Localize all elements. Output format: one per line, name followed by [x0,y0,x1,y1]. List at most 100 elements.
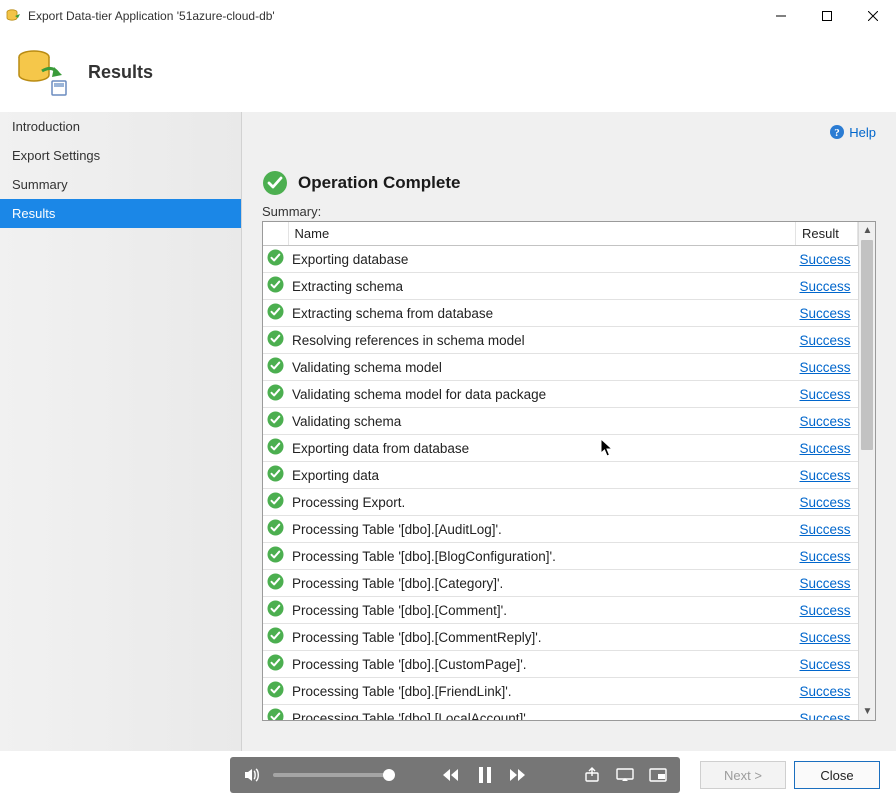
result-status-link[interactable]: Success [800,495,851,510]
result-status: Success [796,543,858,570]
result-status-link[interactable]: Success [800,630,851,645]
result-status-link[interactable]: Success [800,549,851,564]
result-row[interactable]: Resolving references in schema modelSucc… [263,327,858,354]
result-row[interactable]: Processing Table '[dbo].[Comment]'.Succe… [263,597,858,624]
result-row[interactable]: Exporting data from databaseSuccess [263,435,858,462]
success-icon [263,516,288,543]
result-row[interactable]: Processing Table '[dbo].[Category]'. Succ… [263,570,858,597]
sidebar-item-export-settings[interactable]: Export Settings [0,141,241,170]
result-status: Success [796,651,858,678]
result-status-link[interactable]: Success [800,414,851,429]
result-name: Extracting schema [288,273,796,300]
result-row[interactable]: Processing Table '[dbo].[LocalAccount]'.… [263,705,858,721]
maximize-button[interactable] [804,0,850,32]
result-row[interactable]: Validating schemaSuccess [263,408,858,435]
export-wizard-icon [14,45,68,99]
result-name: Processing Table '[dbo].[AuditLog]'. [288,516,796,543]
sidebar-item-results[interactable]: Results [0,199,241,228]
result-name: Exporting database [288,246,796,273]
success-icon [263,300,288,327]
result-row[interactable]: Processing Table '[dbo].[CustomPage]'.Su… [263,651,858,678]
result-status-link[interactable]: Success [800,576,851,591]
column-header-name[interactable]: Name [288,222,796,246]
close-window-button[interactable] [850,0,896,32]
pause-icon[interactable] [473,763,496,787]
result-name: Processing Table '[dbo].[LocalAccount]'. [288,705,796,721]
result-status-link[interactable]: Success [800,387,851,402]
result-status-link[interactable]: Success [800,333,851,348]
result-status-link[interactable]: Success [800,252,851,267]
success-icon [263,246,288,273]
result-name: Processing Table '[dbo].[Category]'. [288,570,796,597]
minimize-button[interactable] [758,0,804,32]
result-status: Success [796,462,858,489]
result-status: Success [796,300,858,327]
result-status: Success [796,489,858,516]
scroll-thumb[interactable] [861,240,873,450]
result-status-link[interactable]: Success [800,279,851,294]
share-icon[interactable] [580,763,603,787]
page-title: Results [88,62,153,83]
result-row[interactable]: Processing Export.Success [263,489,858,516]
airplay-icon[interactable] [613,763,636,787]
page-header: Results [0,32,896,112]
help-link[interactable]: Help [849,125,876,140]
app-icon [6,8,22,24]
close-button[interactable]: Close [794,761,880,789]
result-name: Validating schema model for data package [288,381,796,408]
result-status-link[interactable]: Success [800,603,851,618]
result-row[interactable]: Exporting database Success [263,246,858,273]
result-status: Success [796,516,858,543]
result-row[interactable]: Processing Table '[dbo].[BlogConfigurati… [263,543,858,570]
result-row[interactable]: Extracting schema Success [263,273,858,300]
success-icon [263,489,288,516]
svg-text:?: ? [835,127,841,139]
result-name: Exporting data [288,462,796,489]
result-name: Processing Table '[dbo].[FriendLink]'. [288,678,796,705]
scroll-down-button[interactable]: ▼ [859,703,876,720]
result-status-link[interactable]: Success [800,468,851,483]
success-icon [263,597,288,624]
pip-icon[interactable] [647,763,670,787]
result-status-link[interactable]: Success [800,441,851,456]
content-pane: ? Help Operation Complete Summary: Name … [242,112,896,751]
result-status: Success [796,705,858,721]
result-row[interactable]: Validating schema model Success [263,354,858,381]
results-scrollbar[interactable]: ▲ ▼ [858,222,875,720]
result-row[interactable]: Processing Table '[dbo].[CommentReply]'.… [263,624,858,651]
result-name: Validating schema model [288,354,796,381]
success-icon [263,273,288,300]
result-row[interactable]: Validating schema model for data package… [263,381,858,408]
result-row[interactable]: Exporting data Success [263,462,858,489]
result-row[interactable]: Processing Table '[dbo].[FriendLink]'. Su… [263,678,858,705]
result-status: Success [796,678,858,705]
scroll-up-button[interactable]: ▲ [859,222,876,239]
result-status-link[interactable]: Success [800,522,851,537]
sidebar-item-summary[interactable]: Summary [0,170,241,199]
result-status: Success [796,246,858,273]
result-status-link[interactable]: Success [800,360,851,375]
result-status: Success [796,381,858,408]
volume-icon[interactable] [240,763,263,787]
result-name: Extracting schema from database [288,300,796,327]
result-status-link[interactable]: Success [800,711,851,721]
result-status-link[interactable]: Success [800,657,851,672]
column-header-result[interactable]: Result [796,222,858,246]
sidebar-item-introduction[interactable]: Introduction [0,112,241,141]
rewind-icon[interactable] [440,763,463,787]
forward-icon[interactable] [507,763,530,787]
footer: Next > Close [0,751,896,799]
result-row[interactable]: Processing Table '[dbo].[AuditLog]'. Succ… [263,516,858,543]
volume-slider[interactable] [273,773,390,777]
wizard-sidebar: IntroductionExport SettingsSummaryResult… [0,112,242,751]
result-status: Success [796,624,858,651]
result-status-link[interactable]: Success [800,684,851,699]
result-name: Processing Table '[dbo].[CommentReply]'. [288,624,796,651]
success-icon [263,381,288,408]
result-status: Success [796,435,858,462]
success-icon [263,408,288,435]
success-icon [263,624,288,651]
result-row[interactable]: Extracting schema from database Success [263,300,858,327]
result-status-link[interactable]: Success [800,306,851,321]
column-header-icon[interactable] [263,222,288,246]
